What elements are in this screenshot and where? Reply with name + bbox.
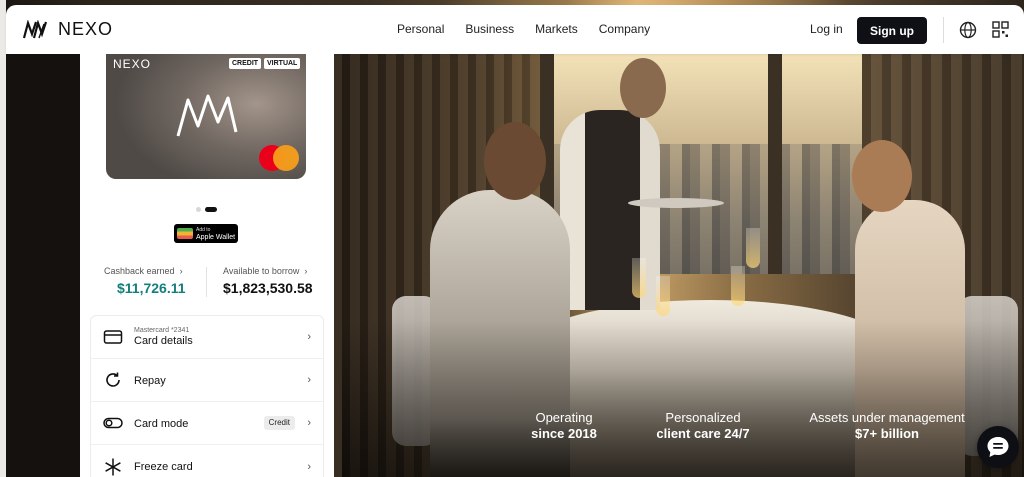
credit-card[interactable]: NEXO CREDIT VIRTUAL xyxy=(106,54,306,179)
row-text: Freeze card xyxy=(134,460,193,473)
row-text: Card mode xyxy=(134,417,188,430)
row-title: Card details xyxy=(134,335,193,347)
chat-button[interactable] xyxy=(977,426,1019,468)
wallet-icon xyxy=(177,228,193,239)
row-title: Repay xyxy=(134,374,166,387)
borrow-stat[interactable]: Available to borrow › $1,823,530.58 xyxy=(223,266,313,296)
dessert-tray xyxy=(628,198,724,208)
nav-divider xyxy=(943,17,944,43)
list-item-card-mode[interactable]: Card mode Credit › xyxy=(91,402,323,445)
stat-client-care: Personalized client care 24/7 xyxy=(648,410,758,441)
nav-markets[interactable]: Markets xyxy=(535,22,578,36)
chevron-right-icon: › xyxy=(307,460,311,473)
stat-bottom-text: $7+ billion xyxy=(855,426,919,441)
cashback-value: $11,726.11 xyxy=(117,280,186,296)
carousel-dot[interactable] xyxy=(196,207,201,212)
nexo-logo-icon xyxy=(22,19,48,38)
toggle-icon xyxy=(103,417,123,429)
row-text: Repay xyxy=(134,374,166,387)
page: Operating since 2018 Personalized client… xyxy=(0,0,1024,477)
hero-bottom-gradient xyxy=(342,320,1024,477)
borrow-value: $1,823,530.58 xyxy=(223,280,313,296)
globe-icon[interactable] xyxy=(959,21,977,39)
signup-button[interactable]: Sign up xyxy=(857,17,927,44)
snowflake-icon xyxy=(105,458,121,475)
chevron-right-icon: › xyxy=(301,266,308,276)
apple-wallet-button[interactable]: Add to Apple Wallet xyxy=(174,224,238,243)
mastercard-logo-icon xyxy=(259,145,299,171)
row-title: Freeze card xyxy=(134,461,193,473)
chevron-right-icon: › xyxy=(307,331,311,343)
list-item-card-details[interactable]: Mastercard *2341 Card details › xyxy=(91,316,323,359)
nav-links: Personal Business Markets Company xyxy=(397,22,650,36)
wine-glass xyxy=(731,266,745,306)
stat-top-text: Operating xyxy=(535,410,593,425)
nexo-logo[interactable]: NEXO xyxy=(22,19,113,40)
wallet-small-text: Add to xyxy=(196,226,211,233)
nav-personal[interactable]: Personal xyxy=(397,22,444,36)
carousel-indicator[interactable] xyxy=(196,207,217,212)
card-icon xyxy=(103,330,123,344)
borrow-label: Available to borrow › xyxy=(223,266,313,276)
stat-operating: Operating since 2018 xyxy=(520,410,608,441)
qr-code-icon[interactable] xyxy=(992,21,1009,38)
nav-company[interactable]: Company xyxy=(599,22,650,36)
stat-top-text: Assets under management xyxy=(809,410,965,425)
login-link[interactable]: Log in xyxy=(810,22,843,36)
stat-top-text: Personalized xyxy=(665,410,741,425)
wine-glass xyxy=(656,276,670,316)
hero-left-shade xyxy=(6,54,80,477)
seated-man-head xyxy=(484,122,546,200)
seated-woman-head xyxy=(852,140,912,212)
row-text: Mastercard *2341 Card details xyxy=(134,327,193,347)
cashback-label: Cashback earned › xyxy=(104,266,186,276)
waiter-head xyxy=(620,58,666,118)
wine-glass xyxy=(632,258,646,298)
card-mode-badge: Credit xyxy=(263,416,295,430)
wallet-big-text: Apple Wallet xyxy=(196,233,236,241)
window-frame xyxy=(768,54,782,274)
chat-bubble-icon xyxy=(987,437,1009,457)
cashback-stat[interactable]: Cashback earned › $11,726.11 xyxy=(104,266,186,296)
wallet-text: Add to Apple Wallet xyxy=(196,227,235,241)
card-actions-list: Mastercard *2341 Card details › Repay › xyxy=(90,315,324,477)
card-tag-credit: CREDIT xyxy=(229,58,262,69)
chevron-right-icon: › xyxy=(307,417,311,429)
card-brand: NEXO xyxy=(113,57,152,71)
stats-divider xyxy=(206,267,207,297)
app-preview-panel: NEXO CREDIT VIRTUAL Add to Apple Wallet xyxy=(80,54,334,477)
card-tag-virtual: VIRTUAL xyxy=(264,58,301,69)
card-nexo-mark-icon xyxy=(176,94,238,137)
top-navbar: NEXO Personal Business Markets Company L… xyxy=(6,5,1024,54)
cashback-label-text: Cashback earned xyxy=(104,266,175,276)
borrow-label-text: Available to borrow xyxy=(223,266,300,276)
list-item-freeze-card[interactable]: Freeze card › xyxy=(91,445,323,477)
row-title: Card mode xyxy=(134,417,189,430)
chevron-right-icon: › xyxy=(307,374,311,386)
carousel-dot-active[interactable] xyxy=(205,207,217,212)
stat-bottom-text: client care 24/7 xyxy=(656,426,750,441)
stat-bottom-text: since 2018 xyxy=(531,426,597,441)
repay-icon xyxy=(106,372,120,387)
row-subtitle: Mastercard *2341 xyxy=(134,327,190,334)
nav-business[interactable]: Business xyxy=(465,22,514,36)
stat-assets: Assets under management $7+ billion xyxy=(808,410,966,441)
wine-glass xyxy=(746,228,760,268)
list-item-repay[interactable]: Repay › xyxy=(91,359,323,402)
chevron-right-icon: › xyxy=(177,266,183,276)
logo-wordmark: NEXO xyxy=(58,19,114,39)
